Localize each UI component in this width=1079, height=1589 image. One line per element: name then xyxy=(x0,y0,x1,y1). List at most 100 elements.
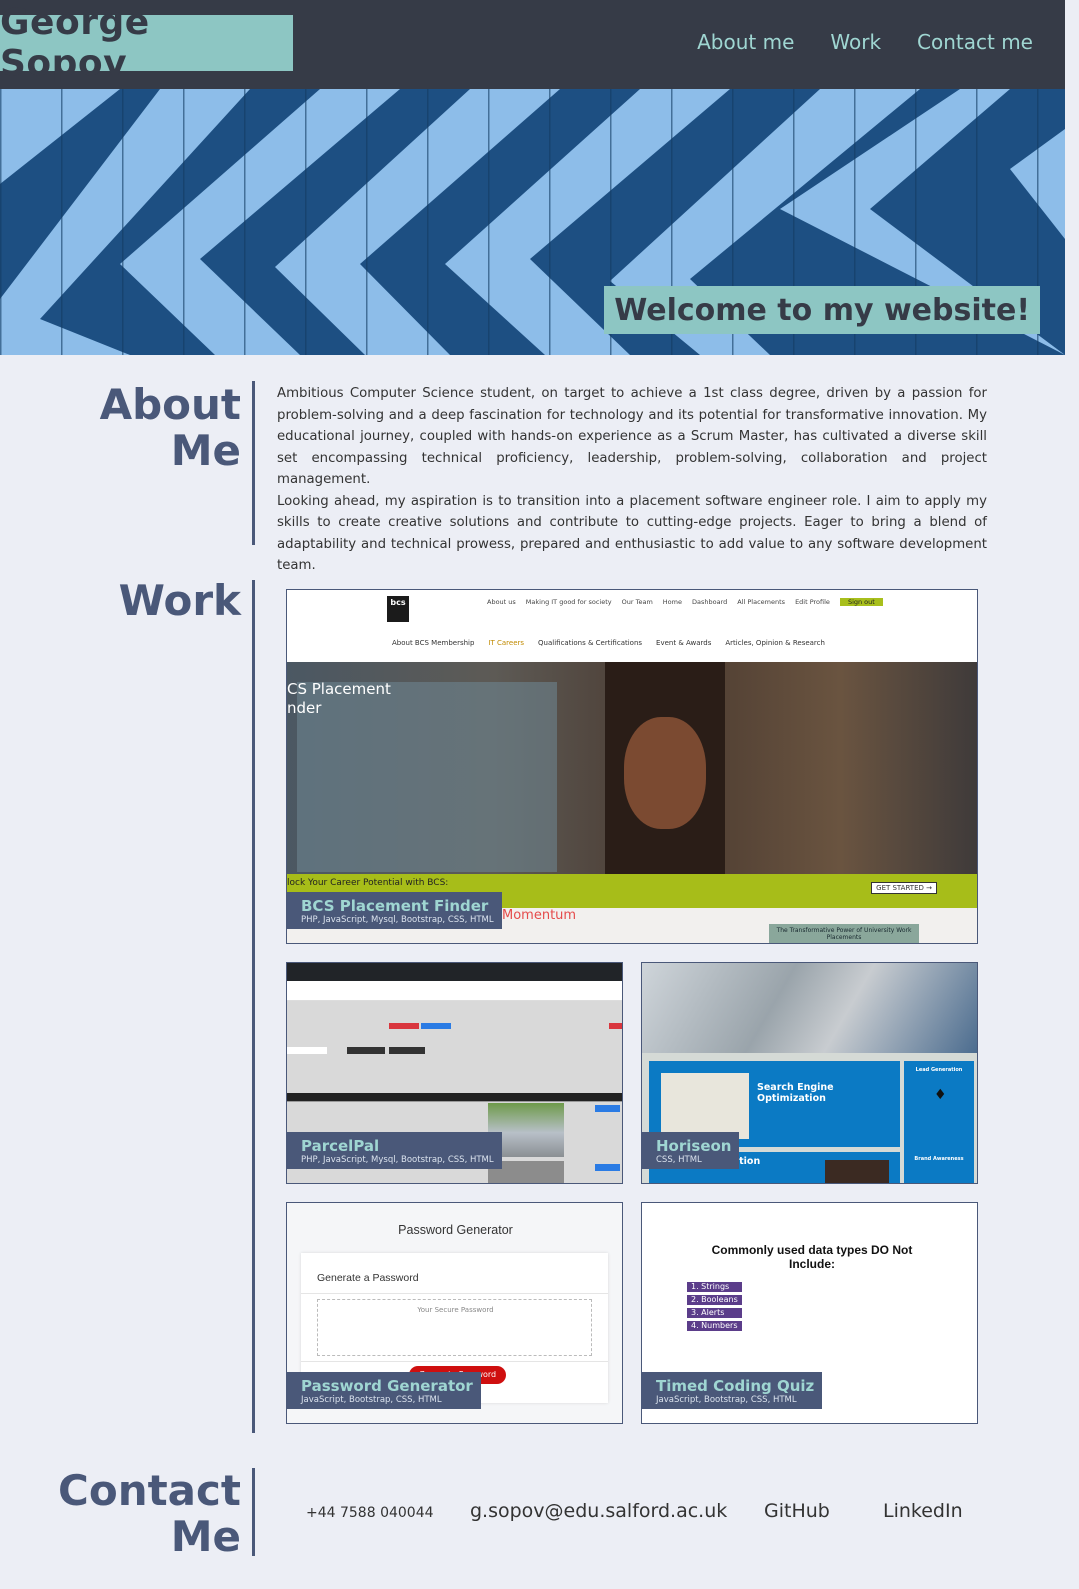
about-paragraph-2: Looking ahead, my aspiration is to trans… xyxy=(277,493,987,574)
bcs-preview-header: bcs About us Making IT good for society … xyxy=(287,590,977,662)
about-heading-line2: Me xyxy=(170,426,241,476)
project-card-password-generator[interactable]: Password Generator Generate a Password Y… xyxy=(286,1202,623,1424)
parcelpal-preview-blue-button xyxy=(595,1105,620,1112)
bcs-sub-nav-item: Articles, Opinion & Research xyxy=(725,639,825,647)
bcs-hero-title-line2: nder xyxy=(287,699,322,717)
about-heading: About Me xyxy=(99,380,241,476)
bcs-hero-title: CS Placement nder xyxy=(287,680,391,718)
contact-phone-link[interactable]: +44 7588 040044 xyxy=(306,1505,434,1521)
quiz-preview-option: 2. Booleans xyxy=(687,1295,742,1305)
bcs-banner-text: lock Your Career Potential with BCS: xyxy=(287,878,449,888)
main-nav: About me Work Contact me xyxy=(697,30,1033,54)
quiz-preview-question: Commonly used data types DO Not Include: xyxy=(711,1243,913,1271)
project-title: Password Generator xyxy=(301,1377,473,1395)
project-label: Timed Coding Quiz JavaScript, Bootstrap,… xyxy=(642,1372,823,1409)
project-title: BCS Placement Finder xyxy=(301,897,489,915)
horiseon-preview-lead-title: Lead Generation xyxy=(915,1067,963,1073)
brand-name: George Sopov xyxy=(0,2,150,84)
password-preview-divider xyxy=(301,1293,608,1294)
contact-github-link[interactable]: GitHub xyxy=(764,1500,830,1522)
parcelpal-preview-red-button xyxy=(389,1023,419,1029)
work-heading: Work xyxy=(118,576,241,625)
about-text: Ambitious Computer Science student, on t… xyxy=(277,383,987,577)
bcs-get-started-button: GET STARTED → xyxy=(871,882,937,894)
contact-heading: Contact Me xyxy=(58,1466,241,1562)
contact-linkedin-link[interactable]: LinkedIn xyxy=(883,1500,963,1522)
password-preview-textarea: Your Secure Password xyxy=(317,1299,592,1356)
contact-heading-line2: Me xyxy=(170,1512,241,1562)
bcs-momentum-text: Momentum xyxy=(502,908,577,923)
nav-link-about[interactable]: About me xyxy=(697,30,794,54)
project-card-horiseon[interactable]: Search Engine Optimization Lead Generati… xyxy=(641,962,978,1184)
quiz-preview-options: 1. Strings 2. Booleans 3. Alerts 4. Numb… xyxy=(687,1282,742,1331)
project-label: BCS Placement Finder PHP, JavaScript, My… xyxy=(287,892,502,929)
password-preview-placeholder: Your Secure Password xyxy=(417,1306,494,1314)
bcs-hero-photo: CS Placement nder xyxy=(287,662,977,874)
project-title: Timed Coding Quiz xyxy=(656,1377,815,1395)
bcs-footer-box: The Transformative Power of University W… xyxy=(769,924,919,943)
about-divider xyxy=(252,381,255,545)
bcs-top-nav-item: Our Team xyxy=(621,598,653,606)
horiseon-preview-sidebar: Lead Generation ♦ Brand Awareness xyxy=(904,1061,974,1183)
quiz-preview-option: 4. Numbers xyxy=(687,1321,742,1331)
bcs-top-nav-item: Making IT good for society xyxy=(525,598,612,606)
password-preview-divider xyxy=(301,1361,608,1362)
bcs-top-nav-item: Dashboard xyxy=(692,598,728,606)
work-divider xyxy=(252,580,255,1433)
about-heading-line1: About xyxy=(99,380,241,429)
project-tech: PHP, JavaScript, Mysql, Bootstrap, CSS, … xyxy=(301,915,494,925)
project-card-coding-quiz[interactable]: Commonly used data types DO Not Include:… xyxy=(641,1202,978,1424)
contact-divider xyxy=(252,1468,255,1556)
parcelpal-preview-button xyxy=(389,1047,425,1054)
quiz-preview-option: 1. Strings xyxy=(687,1282,742,1292)
bcs-logo-icon: bcs xyxy=(387,596,409,622)
parcelpal-preview-button xyxy=(347,1047,385,1054)
nav-link-contact[interactable]: Contact me xyxy=(917,30,1033,54)
password-preview-subheading: Generate a Password xyxy=(317,1272,419,1284)
brand-logo[interactable]: George Sopov xyxy=(0,2,293,84)
horiseon-preview-orm-image xyxy=(825,1160,889,1183)
project-card-bcs[interactable]: bcs About us Making IT good for society … xyxy=(286,589,978,944)
contact-heading-line1: Contact xyxy=(58,1466,241,1515)
parcelpal-preview-topbar xyxy=(287,963,622,981)
project-label: Password Generator JavaScript, Bootstrap… xyxy=(287,1372,481,1409)
quiz-preview-option: 3. Alerts xyxy=(687,1308,742,1318)
project-tech: JavaScript, Bootstrap, CSS, HTML xyxy=(301,1395,442,1405)
bcs-sub-nav-item: Qualifications & Certifications xyxy=(538,639,643,647)
project-tech: JavaScript, Bootstrap, CSS, HTML xyxy=(656,1395,797,1405)
horiseon-preview-brand-title: Brand Awareness xyxy=(914,1156,964,1162)
parcelpal-preview-input xyxy=(287,1047,327,1054)
welcome-text: Welcome to my website! xyxy=(614,292,1030,328)
project-title: ParcelPal xyxy=(301,1137,380,1155)
site-header: George Sopov About me Work Contact me xyxy=(0,0,1065,89)
bcs-hero-title-line1: CS Placement xyxy=(287,680,391,698)
bcs-top-nav-item: About us xyxy=(487,598,516,606)
project-label: ParcelPal PHP, JavaScript, Mysql, Bootst… xyxy=(287,1132,502,1169)
bcs-top-nav: About us Making IT good for society Our … xyxy=(487,598,883,606)
project-tech: CSS, HTML xyxy=(656,1155,702,1165)
parcelpal-preview-table-header xyxy=(287,1093,622,1101)
bcs-sub-nav-item: IT Careers xyxy=(488,639,525,647)
project-title: Horiseon xyxy=(656,1137,732,1155)
bcs-top-nav-item: Home xyxy=(662,598,682,606)
bcs-hero-face xyxy=(624,717,706,829)
welcome-banner: Welcome to my website! xyxy=(604,286,1040,334)
project-card-parcelpal[interactable]: ParcelPal PHP, JavaScript, Mysql, Bootst… xyxy=(286,962,623,1184)
project-tech: PHP, JavaScript, Mysql, Bootstrap, CSS, … xyxy=(301,1155,494,1165)
bcs-sub-nav-item: About BCS Membership xyxy=(392,639,475,647)
parcelpal-preview-red-button xyxy=(609,1023,622,1029)
bcs-top-nav-item: Edit Profile xyxy=(795,598,830,606)
password-preview-heading: Password Generator xyxy=(398,1223,513,1237)
horiseon-preview-seo-image xyxy=(661,1073,749,1139)
about-paragraph-1: Ambitious Computer Science student, on t… xyxy=(277,386,987,487)
project-label: Horiseon CSS, HTML xyxy=(642,1132,740,1169)
horiseon-preview-photo xyxy=(642,963,977,1053)
horiseon-preview-seo-title: Search Engine Optimization xyxy=(757,1082,834,1104)
lightbulb-icon: ♦ xyxy=(934,1087,947,1103)
nav-link-work[interactable]: Work xyxy=(830,30,881,54)
contact-email-link[interactable]: g.sopov@edu.salford.ac.uk xyxy=(470,1500,727,1522)
bcs-signout-button: Sign out xyxy=(839,598,883,606)
parcelpal-preview-subbar xyxy=(287,981,622,1001)
parcelpal-preview-row-line xyxy=(287,1101,622,1102)
bcs-sub-nav: About BCS Membership IT Careers Qualific… xyxy=(392,639,825,647)
